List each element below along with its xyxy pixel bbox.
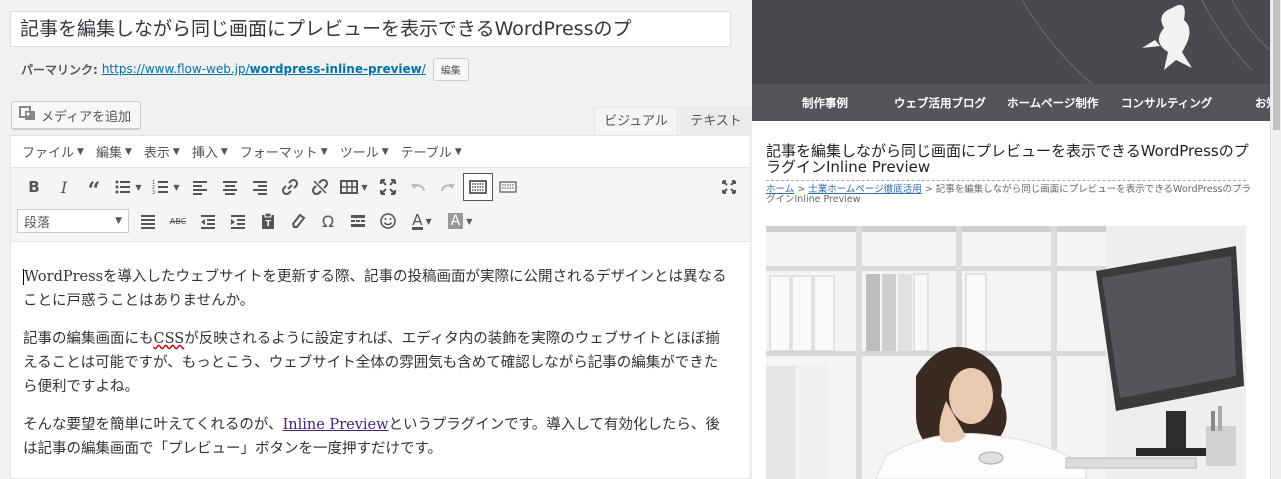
svg-text:3: 3 [152,190,155,196]
chevron-down-icon: ▼ [172,146,180,157]
menu-view-label: 表示 [143,146,170,161]
permalink-suffix: / [421,62,426,76]
content-paragraph-3: そんな要望を簡単に叶えてくれるのが、Inline Previewというプラグイン… [23,413,728,461]
keyboard-icon[interactable] [493,173,523,201]
editor-menubar: ファイル ▼ 編集 ▼ 表示 ▼ 挿入 ▼ フォーマット ▼ ツール ▼ テーブル ▼ [11,136,750,168]
special-character-icon[interactable]: Ω [313,207,343,235]
bold-icon[interactable]: B [19,173,49,201]
chevron-down-icon: ▼ [115,216,122,226]
editor-toolbar-primary: B I “ ▼ 1 2 3 ▼ ▼ [11,170,750,204]
content-paragraph-2: 記事の編集画面にもCSSが反映されるように設定すれば、エディタ内の装飾を実際のウ… [23,327,728,399]
header-decoration [1021,0,1270,84]
editor-content[interactable]: WordPressを導入したウェブサイトを更新する際、記事の投稿画面が実際に公開… [11,243,750,478]
edit-permalink-button[interactable]: 編集 [432,57,469,81]
format-select[interactable]: 段落 ▼ [17,209,129,233]
outdent-icon[interactable] [193,207,223,235]
read-more-icon[interactable] [343,207,373,235]
tab-text[interactable]: テキスト [681,107,751,135]
inline-preview-pane: 制作事例 ウェブ活用ブログ ホームページ制作 コンサルティング お知 記事を編集… [752,0,1281,479]
fullscreen-icon[interactable] [373,173,403,201]
permalink-label: パーマリンク: [21,62,98,77]
media-icon [19,105,36,125]
clear-formatting-icon[interactable] [283,207,313,235]
align-center-icon[interactable] [215,173,245,201]
permalink-link[interactable]: https://www.flow-web.jp/wordpress-inline… [102,62,426,76]
menu-insert-label: 挿入 [191,146,218,161]
chevron-down-icon: ▼ [220,146,228,157]
content-paragraph-1-text: WordPressを導入したウェブサイトを更新する際、記事の投稿画面が実際に公開… [23,269,727,309]
title-divider [766,180,1246,181]
format-select-value: 段落 [24,215,51,231]
toolbar-toggle-icon[interactable] [463,173,493,201]
preview-post-title: 記事を編集しながら同じ画面にプレビューを表示できるWordPressのプラグイン… [766,142,1249,176]
menu-file[interactable]: ファイル ▼ [16,142,90,161]
distraction-free-icon[interactable] [714,173,744,201]
menu-tools-label: ツール [339,146,379,161]
breadcrumb-separator: > [921,184,936,195]
nav-homepage-production[interactable]: ホームページ制作 [1007,95,1098,111]
menu-view[interactable]: 表示 ▼ [138,142,186,161]
menu-format-label: フォーマット [239,146,318,161]
post-title-input[interactable]: 記事を編集しながら同じ画面にプレビューを表示できるWordPressのプ [10,11,731,47]
undo-icon[interactable] [403,173,433,201]
menu-table-label: テーブル [400,146,452,161]
chevron-down-icon: ▼ [381,146,389,157]
post-editor: 記事を編集しながら同じ画面にプレビューを表示できるWordPressのプ パーマ… [0,0,752,479]
nav-blog[interactable]: ウェブ活用ブログ [894,95,986,111]
preview-scrollbar[interactable] [1270,0,1281,479]
content-paragraph-1: WordPressを導入したウェブサイトを更新する際、記事の投稿画面が実際に公開… [23,265,728,313]
content-paragraph-3-before: そんな要望を簡単に叶えてくれるのが、 [23,417,283,433]
site-navigation: 制作事例 ウェブ活用ブログ ホームページ制作 コンサルティング お知 [752,84,1278,121]
emoji-icon[interactable] [373,207,403,235]
menu-insert[interactable]: 挿入 ▼ [186,142,234,161]
indent-icon[interactable] [223,207,253,235]
inline-preview-link[interactable]: Inline Preview [283,417,389,433]
menu-edit[interactable]: 編集 ▼ [90,142,138,161]
chevron-down-icon: ▼ [77,146,84,157]
menu-table[interactable]: テーブル ▼ [395,142,468,161]
justify-icon[interactable] [133,207,163,235]
text-color-icon[interactable]: A ▼ [403,207,441,235]
tinymce-editor: ファイル ▼ 編集 ▼ 表示 ▼ 挿入 ▼ フォーマット ▼ ツール ▼ テーブル ▼ B I… [10,135,751,479]
italic-icon[interactable]: I [49,173,79,201]
permalink-row: パーマリンク: https://www.flow-web.jp/wordpres… [21,57,469,81]
link-icon[interactable] [275,173,305,201]
menu-format[interactable]: フォーマット ▼ [234,142,334,161]
site-header-image [752,0,1270,84]
content-paragraph-2-before: 記事の編集画面にも [23,331,154,347]
menu-tools[interactable]: ツール ▼ [334,142,395,161]
unlink-icon[interactable] [305,173,335,201]
featured-image [766,226,1246,479]
paste-text-icon[interactable]: T [253,207,283,235]
menu-edit-label: 編集 [95,146,122,161]
align-left-icon[interactable] [185,173,215,201]
numbered-list-icon[interactable]: 1 2 3 ▼ [147,173,185,201]
bullet-list-icon[interactable]: ▼ [109,173,147,201]
permalink-prefix: https://www.flow-web.jp/ [101,62,250,76]
tab-visual[interactable]: ビジュアル [594,107,678,135]
table-icon[interactable]: ▼ [335,173,373,201]
chevron-down-icon: ▼ [124,146,132,157]
chevron-down-icon: ▼ [320,146,328,157]
strikethrough-icon[interactable]: ABC [163,207,193,235]
align-right-icon[interactable] [245,173,275,201]
add-media-button[interactable]: メディアを追加 [11,101,142,129]
editor-toolbar-secondary: 段落 ▼ ABC T Ω A ▼ A ▼ [11,204,750,238]
add-media-label: メディアを追加 [41,109,132,125]
scrollbar-thumb[interactable] [1273,0,1280,130]
spellcheck-word[interactable]: CSS [154,331,185,347]
chevron-down-icon: ▼ [454,146,462,157]
blockquote-icon[interactable]: “ [79,173,109,202]
svg-text:T: T [266,219,272,228]
nav-consulting[interactable]: コンサルティング [1121,95,1212,111]
menu-file-label: ファイル [22,146,75,161]
permalink-slug: wordpress-inline-preview [249,62,422,76]
redo-icon[interactable] [433,173,463,201]
background-color-icon[interactable]: A ▼ [441,207,479,235]
nav-works[interactable]: 制作事例 [802,95,848,111]
shark-logo-icon [1142,4,1192,70]
breadcrumb: ホーム > 士業ホームページ徹底活用 > 記事を編集しながら同じ画面にプレビュー… [766,185,1256,205]
